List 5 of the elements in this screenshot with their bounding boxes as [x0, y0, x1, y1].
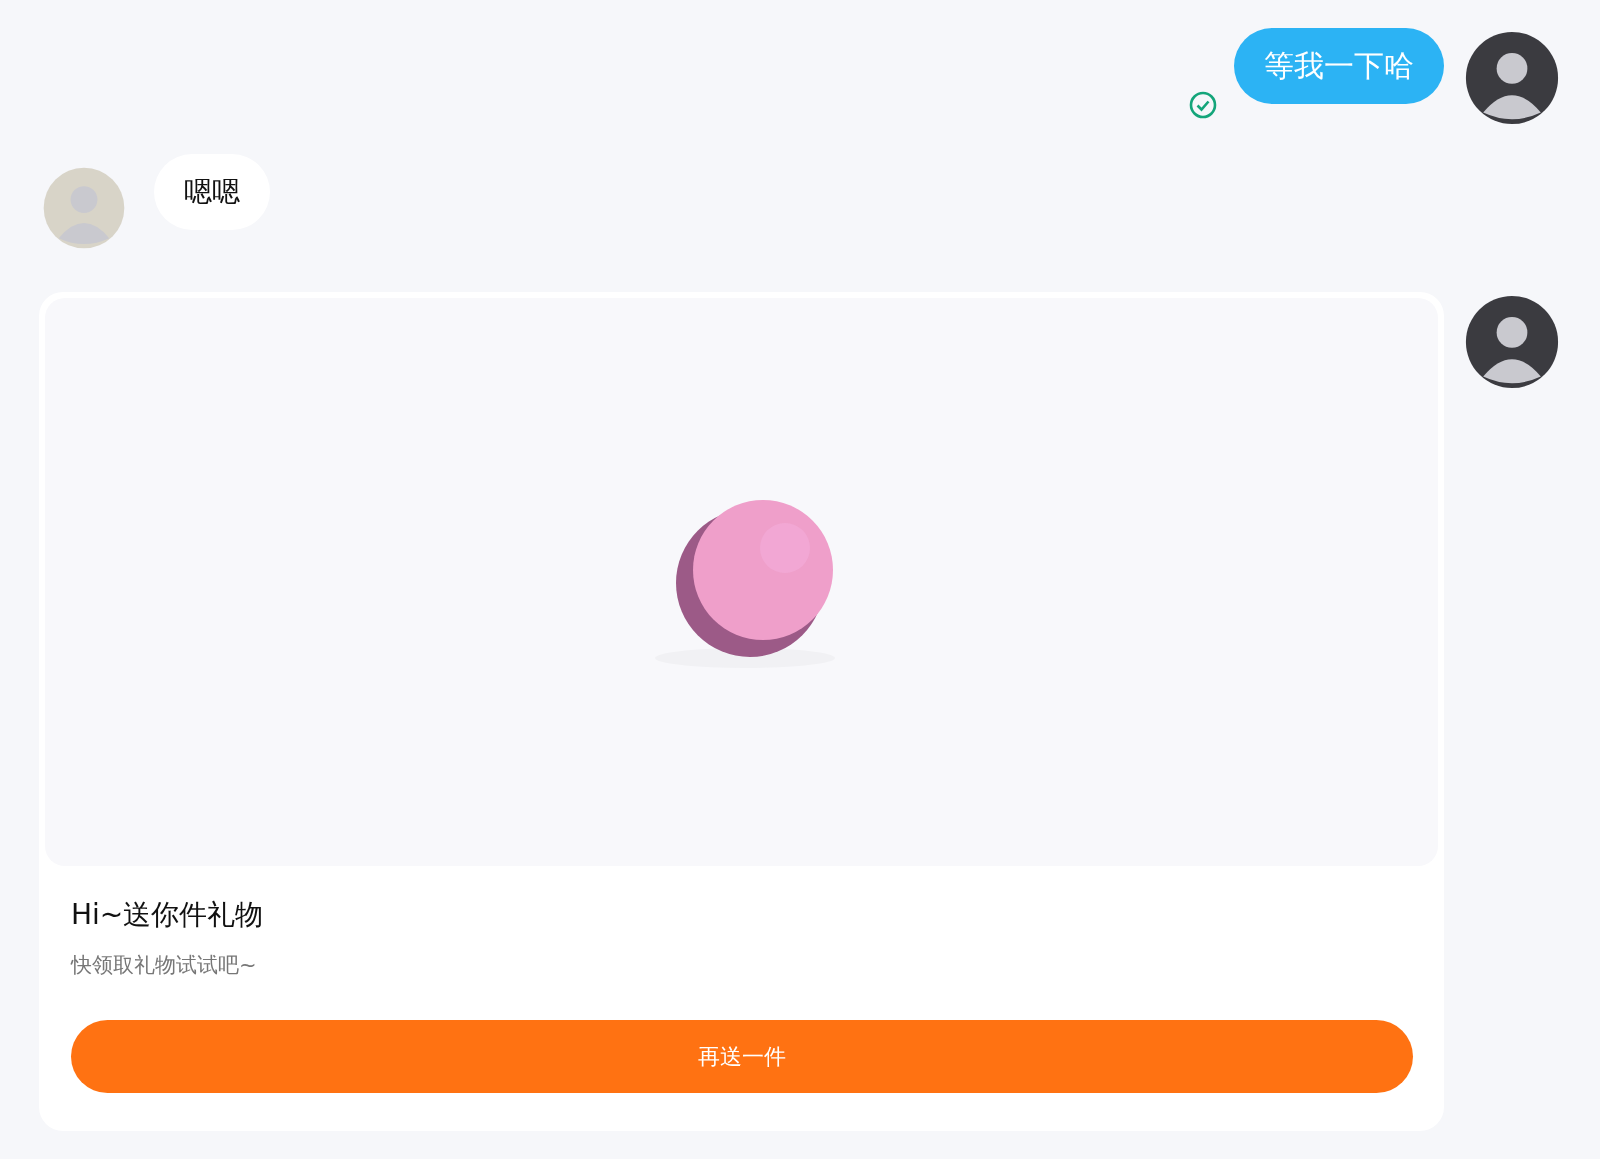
gift-title: Hi~送你件礼物: [71, 897, 265, 933]
gift-subtitle: 快领取礼物试试吧~: [71, 952, 258, 979]
message-bubble: 等我一下哈: [1234, 28, 1444, 104]
message-bubble: 嗯嗯: [154, 154, 270, 230]
send-again-button[interactable]: 再送一件: [71, 1019, 1413, 1093]
